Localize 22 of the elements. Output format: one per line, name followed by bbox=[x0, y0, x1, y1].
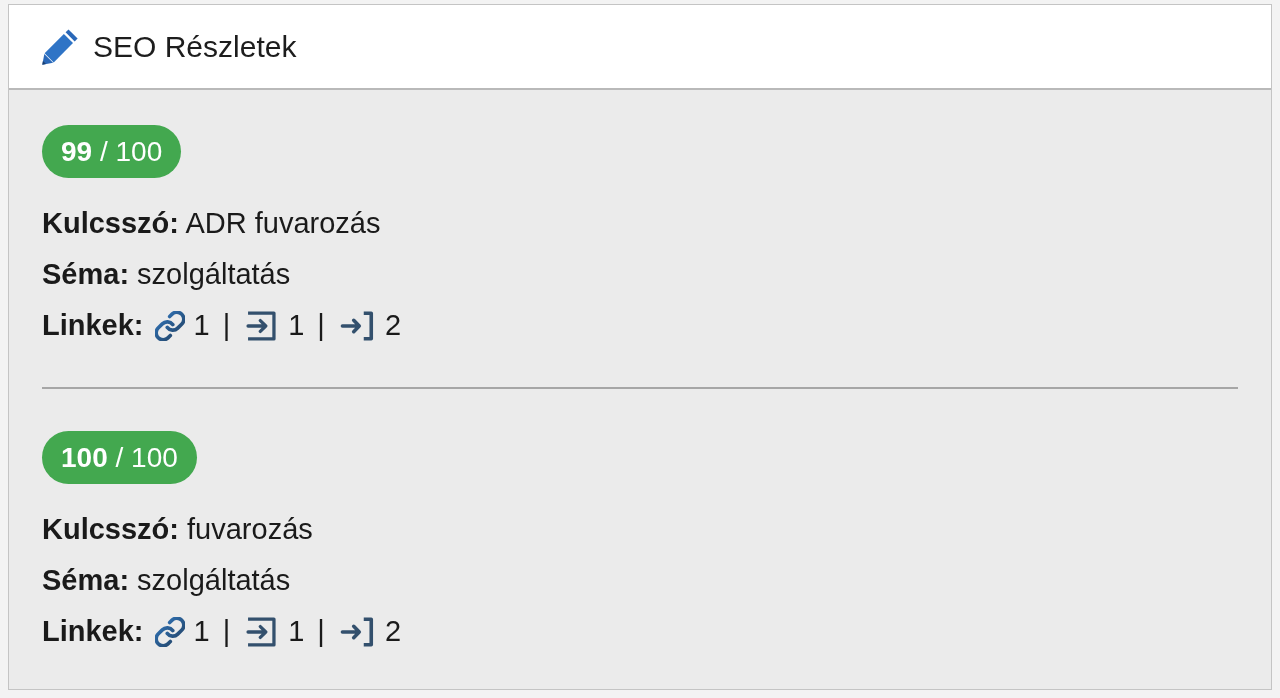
score-badge: 99 / 100 bbox=[42, 125, 182, 178]
separator-text: | bbox=[317, 308, 325, 343]
link-count: 1 bbox=[288, 308, 305, 343]
field-text: Séma: szolgáltatás bbox=[42, 563, 292, 598]
field-text: Kulcsszó: fuvarozás bbox=[42, 512, 314, 547]
field-text: Kulcsszó: ADR fuvarozás bbox=[42, 206, 382, 241]
separator-text: | bbox=[222, 614, 231, 649]
links-label: Linkek: bbox=[42, 614, 144, 649]
pencil-icon bbox=[42, 28, 79, 65]
links-label: Linkek: bbox=[42, 308, 144, 343]
chain-link-icon bbox=[154, 616, 185, 647]
separator-text: | bbox=[317, 614, 325, 649]
link-count: 1 bbox=[193, 308, 210, 343]
score-badge: 100 / 100 bbox=[42, 431, 197, 484]
link-count: 1 bbox=[288, 614, 305, 649]
card-title: SEO Részletek bbox=[93, 28, 297, 65]
link-count: 2 bbox=[384, 614, 402, 649]
field-text: Séma: szolgáltatás bbox=[42, 257, 292, 292]
chain-link-icon bbox=[154, 310, 185, 341]
separator-text: | bbox=[222, 308, 231, 343]
link-count: 1 bbox=[193, 614, 210, 649]
link-count: 2 bbox=[384, 308, 402, 343]
